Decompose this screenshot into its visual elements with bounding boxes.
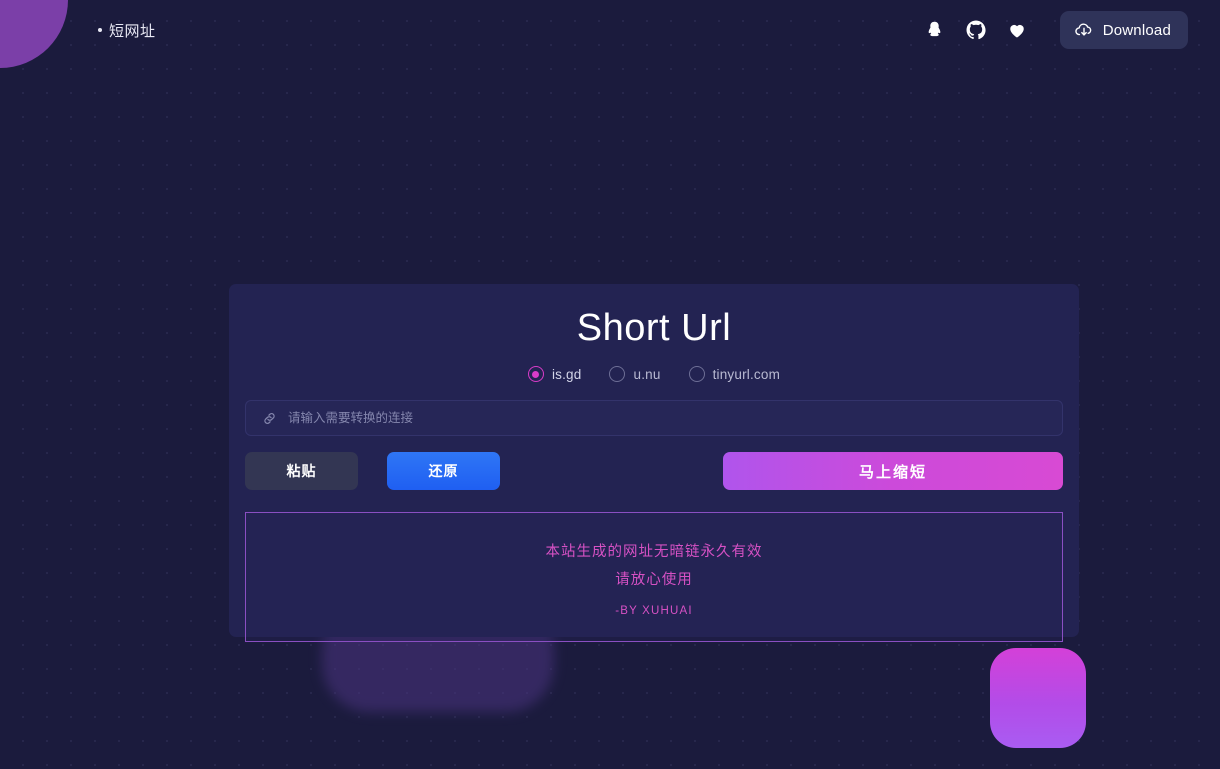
action-button-row: 粘贴 还原 马上缩短 (245, 452, 1063, 491)
brand-dot-icon (98, 28, 102, 32)
radio-mark-icon (527, 366, 544, 383)
service-option-unu[interactable]: u.nu (609, 366, 661, 383)
service-option-label: is.gd (551, 366, 582, 382)
download-button[interactable]: Download (1059, 11, 1188, 49)
github-icon[interactable] (965, 19, 987, 41)
radio-mark-icon (688, 366, 705, 383)
service-option-label: tinyurl.com (712, 366, 781, 382)
header-actions: Download (924, 11, 1188, 49)
radio-mark-icon (609, 366, 626, 383)
short-url-card: Short Url is.gd u.nu tinyurl.com 粘贴 还原 马… (229, 284, 1079, 643)
restore-button[interactable]: 还原 (387, 452, 500, 491)
notice-signature: -BY XUHUAI (615, 604, 693, 617)
link-icon (262, 411, 277, 426)
shorten-button[interactable]: 马上缩短 (723, 452, 1063, 491)
service-option-isgd[interactable]: is.gd (527, 366, 582, 383)
notice-box: 本站生成的网址无暗链永久有效 请放心使用 -BY XUHUAI (245, 512, 1063, 643)
heart-icon[interactable] (1006, 19, 1028, 41)
decorative-square-bottom-right (990, 648, 1086, 748)
brand-label: 短网址 (109, 22, 156, 40)
paste-button[interactable]: 粘贴 (245, 452, 358, 491)
cloud-download-icon (1074, 20, 1094, 40)
download-button-label: Download (1102, 21, 1171, 39)
service-option-tinyurl[interactable]: tinyurl.com (688, 366, 781, 383)
url-input-wrapper[interactable] (245, 400, 1063, 437)
qq-icon[interactable] (924, 19, 946, 41)
service-option-label: u.nu (633, 366, 661, 382)
notice-line-2: 请放心使用 (615, 571, 693, 588)
page-title: Short Url (576, 307, 732, 349)
notice-line-1: 本站生成的网址无暗链永久有效 (545, 543, 763, 560)
url-input[interactable] (288, 401, 1062, 436)
page-header: 短网址 Download (0, 0, 1220, 60)
brand-logo: 短网址 (98, 20, 156, 41)
service-radio-group: is.gd u.nu tinyurl.com (229, 366, 1079, 383)
